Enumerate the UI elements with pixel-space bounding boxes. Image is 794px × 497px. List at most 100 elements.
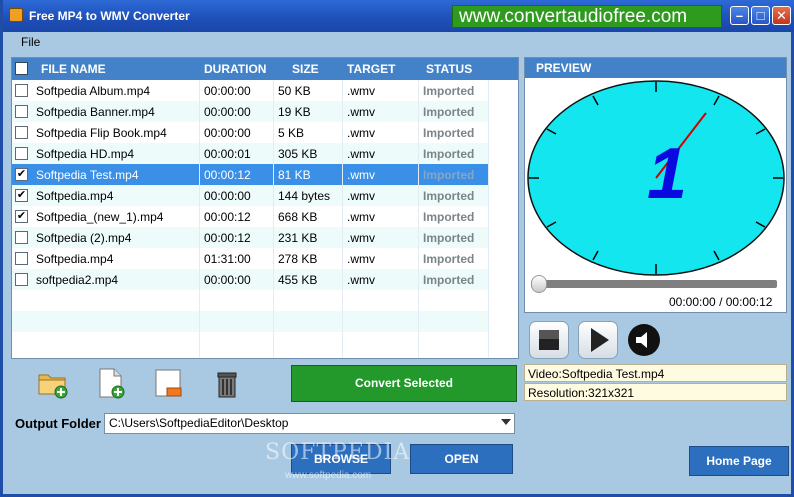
empty-row: [12, 332, 488, 353]
play-button[interactable]: [578, 321, 618, 359]
cell-name: Softpedia HD.mp4: [36, 147, 135, 161]
cell-size: 19 KB: [278, 105, 311, 119]
empty-row: [12, 290, 488, 311]
cell-size: 231 KB: [278, 231, 318, 245]
col-duration[interactable]: DURATION: [204, 62, 266, 76]
seek-slider[interactable]: [531, 280, 777, 288]
cell-status: Imported: [423, 189, 475, 203]
seek-slider-handle[interactable]: [531, 275, 547, 293]
col-size[interactable]: SIZE: [292, 62, 319, 76]
stop-icon: [539, 330, 559, 350]
row-checkbox[interactable]: ✔: [15, 168, 28, 181]
total-time: 00:00:12: [725, 295, 773, 309]
table-row[interactable]: Softpedia (2).mp4 00:00:12 231 KB .wmv I…: [12, 227, 488, 248]
cell-size: 668 KB: [278, 210, 318, 224]
row-checkbox[interactable]: [15, 105, 28, 118]
col-target[interactable]: TARGET: [347, 62, 395, 76]
cell-status: Imported: [423, 105, 475, 119]
col-status[interactable]: STATUS: [426, 62, 472, 76]
cell-target: .wmv: [347, 231, 375, 245]
file-list-header: FILE NAME DURATION SIZE TARGET STATUS: [12, 58, 518, 80]
cell-size: 305 KB: [278, 147, 318, 161]
table-row[interactable]: softpedia2.mp4 00:00:00 455 KB .wmv Impo…: [12, 269, 488, 290]
output-folder-select[interactable]: C:\Users\SoftpediaEditor\Desktop: [104, 413, 515, 434]
home-page-button[interactable]: Home Page: [689, 446, 789, 476]
table-row[interactable]: Softpedia Banner.mp4 00:00:00 19 KB .wmv…: [12, 101, 488, 122]
close-icon: ✕: [776, 8, 787, 23]
column-divider: [342, 80, 343, 358]
table-row[interactable]: ✔ Softpedia_(new_1).mp4 00:00:12 668 KB …: [12, 206, 488, 227]
cell-status: Imported: [423, 231, 475, 245]
cell-name: Softpedia.mp4: [36, 252, 114, 266]
stop-button[interactable]: [529, 321, 569, 359]
cell-target: .wmv: [347, 147, 375, 161]
cell-duration: 00:00:00: [204, 126, 251, 140]
table-row[interactable]: Softpedia.mp4 01:31:00 278 KB .wmv Impor…: [12, 248, 488, 269]
table-row[interactable]: Softpedia Flip Book.mp4 00:00:00 5 KB .w…: [12, 122, 488, 143]
remove-icon[interactable]: [153, 367, 185, 399]
trash-icon[interactable]: [211, 367, 243, 399]
cell-duration: 00:00:12: [204, 210, 251, 224]
empty-row: [12, 311, 488, 332]
table-row[interactable]: Softpedia HD.mp4 00:00:01 305 KB .wmv Im…: [12, 143, 488, 164]
preview-panel: PREVIEW 1: [524, 57, 787, 313]
table-row[interactable]: Softpedia Album.mp4 00:00:00 50 KB .wmv …: [12, 80, 488, 101]
cell-target: .wmv: [347, 84, 375, 98]
row-checkbox[interactable]: ✔: [15, 210, 28, 223]
cell-duration: 00:00:12: [204, 168, 251, 182]
window-title: Free MP4 to WMV Converter: [29, 9, 190, 23]
row-checkbox[interactable]: ✔: [15, 189, 28, 202]
cell-duration: 00:00:00: [204, 84, 251, 98]
cell-name: softpedia2.mp4: [36, 273, 119, 287]
column-divider: [199, 80, 200, 358]
cell-status: Imported: [423, 84, 475, 98]
row-checkbox[interactable]: [15, 147, 28, 160]
menu-file[interactable]: File: [21, 35, 40, 49]
frame-digit: 1: [647, 134, 687, 214]
cell-status: Imported: [423, 252, 475, 266]
row-checkbox[interactable]: [15, 273, 28, 286]
convert-selected-button[interactable]: Convert Selected: [291, 365, 517, 402]
row-checkbox[interactable]: [15, 252, 28, 265]
app-icon: [9, 8, 23, 22]
minimize-button[interactable]: –: [730, 6, 749, 25]
col-file-name[interactable]: FILE NAME: [41, 62, 106, 76]
folder-add-icon[interactable]: [37, 367, 69, 399]
close-button[interactable]: ✕: [772, 6, 791, 25]
open-button[interactable]: OPEN: [410, 444, 513, 474]
cell-target: .wmv: [347, 105, 375, 119]
maximize-button[interactable]: □: [751, 6, 770, 25]
row-checkbox[interactable]: [15, 84, 28, 97]
cell-status: Imported: [423, 273, 475, 287]
row-checkbox[interactable]: [15, 231, 28, 244]
row-checkbox[interactable]: [15, 126, 28, 139]
current-time: 00:00:00: [669, 295, 716, 309]
cell-size: 278 KB: [278, 252, 318, 266]
cell-name: Softpedia Flip Book.mp4: [36, 126, 167, 140]
resolution-info: Resolution:321x321: [524, 383, 787, 401]
column-divider: [273, 80, 274, 358]
cell-status: Imported: [423, 147, 475, 161]
cell-size: 81 KB: [278, 168, 311, 182]
cell-status: Imported: [423, 210, 475, 224]
title-bar[interactable]: Free MP4 to WMV Converter www.convertaud…: [3, 0, 794, 32]
file-add-icon[interactable]: [95, 367, 127, 399]
cell-target: .wmv: [347, 189, 375, 203]
output-folder-value: C:\Users\SoftpediaEditor\Desktop: [109, 416, 289, 430]
chevron-down-icon[interactable]: [501, 419, 511, 425]
promo-banner[interactable]: www.convertaudiofree.com: [452, 5, 722, 28]
cell-status: Imported: [423, 126, 475, 140]
cell-name: Softpedia Album.mp4: [36, 84, 151, 98]
cell-duration: 00:00:00: [204, 273, 251, 287]
cell-target: .wmv: [347, 168, 375, 182]
cell-duration: 00:00:12: [204, 231, 251, 245]
file-list[interactable]: FILE NAME DURATION SIZE TARGET STATUS So…: [11, 57, 519, 359]
cell-size: 144 bytes: [278, 189, 331, 203]
volume-icon[interactable]: [627, 323, 661, 357]
video-info: Video:Softpedia Test.mp4: [524, 364, 787, 382]
cell-name: Softpedia (2).mp4: [36, 231, 132, 245]
preview-video-frame: 1: [527, 80, 785, 276]
table-row[interactable]: ✔ Softpedia.mp4 00:00:00 144 bytes .wmv …: [12, 185, 488, 206]
select-all-checkbox[interactable]: [15, 62, 28, 75]
table-row-selected[interactable]: ✔ Softpedia Test.mp4 00:00:12 81 KB .wmv…: [12, 164, 488, 185]
